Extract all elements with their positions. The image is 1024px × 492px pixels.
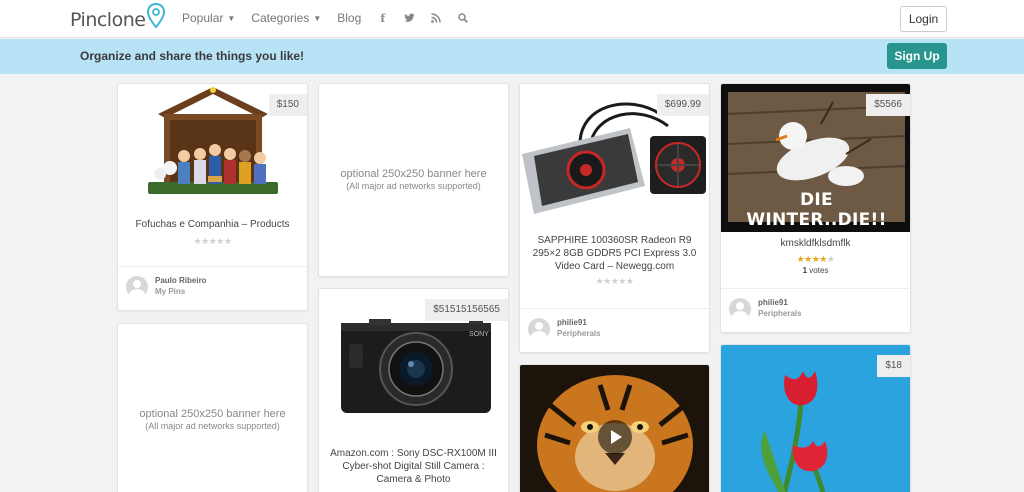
pin-card-video[interactable]: [519, 364, 710, 492]
facebook-icon[interactable]: f: [377, 12, 388, 25]
ad-placeholder: optional 250x250 banner here (All major …: [118, 408, 307, 431]
pin-user-name[interactable]: philie91: [557, 318, 587, 327]
vote-count-label: votes: [809, 266, 829, 275]
pin-user-name[interactable]: Paulo Ribeiro: [155, 276, 207, 285]
pin-title[interactable]: Amazon.com : Sony DSC-RX100M III Cyber-s…: [327, 447, 500, 486]
caret-down-icon: ▼: [313, 13, 322, 23]
svg-text:SONY: SONY: [469, 331, 489, 338]
pin-title[interactable]: Fofuchas e Companhia – Products: [126, 218, 299, 231]
twitter-icon[interactable]: [404, 13, 415, 23]
rss-icon[interactable]: [431, 13, 442, 23]
logo[interactable]: Pinclone: [70, 3, 166, 34]
nav-categories[interactable]: Categories ▼: [251, 11, 321, 25]
ad-line2: (All major ad networks supported): [346, 181, 481, 191]
nav-categories-label: Categories: [251, 11, 310, 25]
signup-button[interactable]: Sign Up: [887, 43, 947, 69]
pin-card[interactable]: $150 Fofuchas e Companhia – Products ★★★…: [117, 83, 308, 311]
ad-line1: optional 250x250 banner here: [340, 168, 487, 180]
caret-down-icon: ▼: [227, 13, 236, 23]
main-nav: Popular ▼ Categories ▼ Blog f: [182, 11, 485, 25]
avatar[interactable]: [126, 276, 148, 298]
top-navbar: Pinclone Popular ▼ Categories ▼ Blog f L…: [0, 0, 1024, 38]
signup-banner: Organize and share the things you like! …: [0, 39, 1024, 74]
banner-tagline: Organize and share the things you like!: [80, 49, 305, 63]
star-rating[interactable]: ★★★★★: [721, 254, 910, 265]
ad-line1: optional 250x250 banner here: [139, 408, 286, 420]
avatar[interactable]: [729, 298, 751, 320]
price-badge: $51515156565: [425, 299, 508, 321]
pin-card[interactable]: $5566 DIE WINTER..DIE!! kmskldfklsdmflk …: [720, 83, 911, 333]
star-rating[interactable]: ★★★★★: [118, 236, 307, 247]
avatar[interactable]: [528, 318, 550, 340]
play-icon[interactable]: [598, 420, 632, 454]
image-caption: DIE WINTER..DIE!!: [746, 190, 887, 230]
pin-footer: philie91 Peripherals: [520, 308, 709, 352]
pin-card[interactable]: $18: [720, 344, 911, 492]
vote-count: 1 votes: [721, 266, 910, 275]
pin-board-name[interactable]: My Pins: [155, 287, 185, 296]
ad-banner-card: optional 250x250 banner here (All major …: [318, 83, 509, 277]
pin-user-name[interactable]: philie91: [758, 298, 788, 307]
logo-text: Pinclone: [70, 9, 146, 31]
star-rating[interactable]: ★★★★★: [520, 276, 709, 287]
pin-board-name[interactable]: Peripherals: [557, 329, 601, 338]
price-badge: $5566: [866, 94, 910, 116]
nav-popular[interactable]: Popular ▼: [182, 11, 235, 25]
pin-card[interactable]: $51515156565 SONY Amazon.com : Sony DSC-…: [318, 288, 509, 492]
pin-title[interactable]: kmskldfklsdmflk: [729, 237, 902, 250]
price-badge: $18: [877, 355, 910, 377]
ad-line2: (All major ad networks supported): [145, 421, 280, 431]
nav-blog[interactable]: Blog: [337, 11, 361, 25]
price-badge: $699.99: [656, 94, 709, 116]
vote-count-number: 1: [802, 266, 808, 275]
login-button[interactable]: Login: [900, 6, 947, 32]
pin-title[interactable]: SAPPHIRE 100360SR Radeon R9 295×2 8GB GD…: [528, 234, 701, 273]
pin-footer: Paulo Ribeiro My Pins: [118, 266, 307, 310]
nav-popular-label: Popular: [182, 11, 224, 25]
ad-placeholder: optional 250x250 banner here (All major …: [319, 168, 508, 191]
ad-banner-card: optional 250x250 banner here (All major …: [117, 323, 308, 492]
pin-board-name[interactable]: Peripherals: [758, 309, 802, 318]
map-pin-icon: [147, 3, 166, 29]
pin-card[interactable]: $699.99 SAPPHIRE 100360SR Radeon R9 295×…: [519, 83, 710, 353]
nav-blog-label: Blog: [337, 11, 362, 25]
pin-footer: philie91 Peripherals: [721, 288, 910, 332]
price-badge: $150: [268, 94, 307, 116]
search-icon[interactable]: [458, 13, 469, 23]
